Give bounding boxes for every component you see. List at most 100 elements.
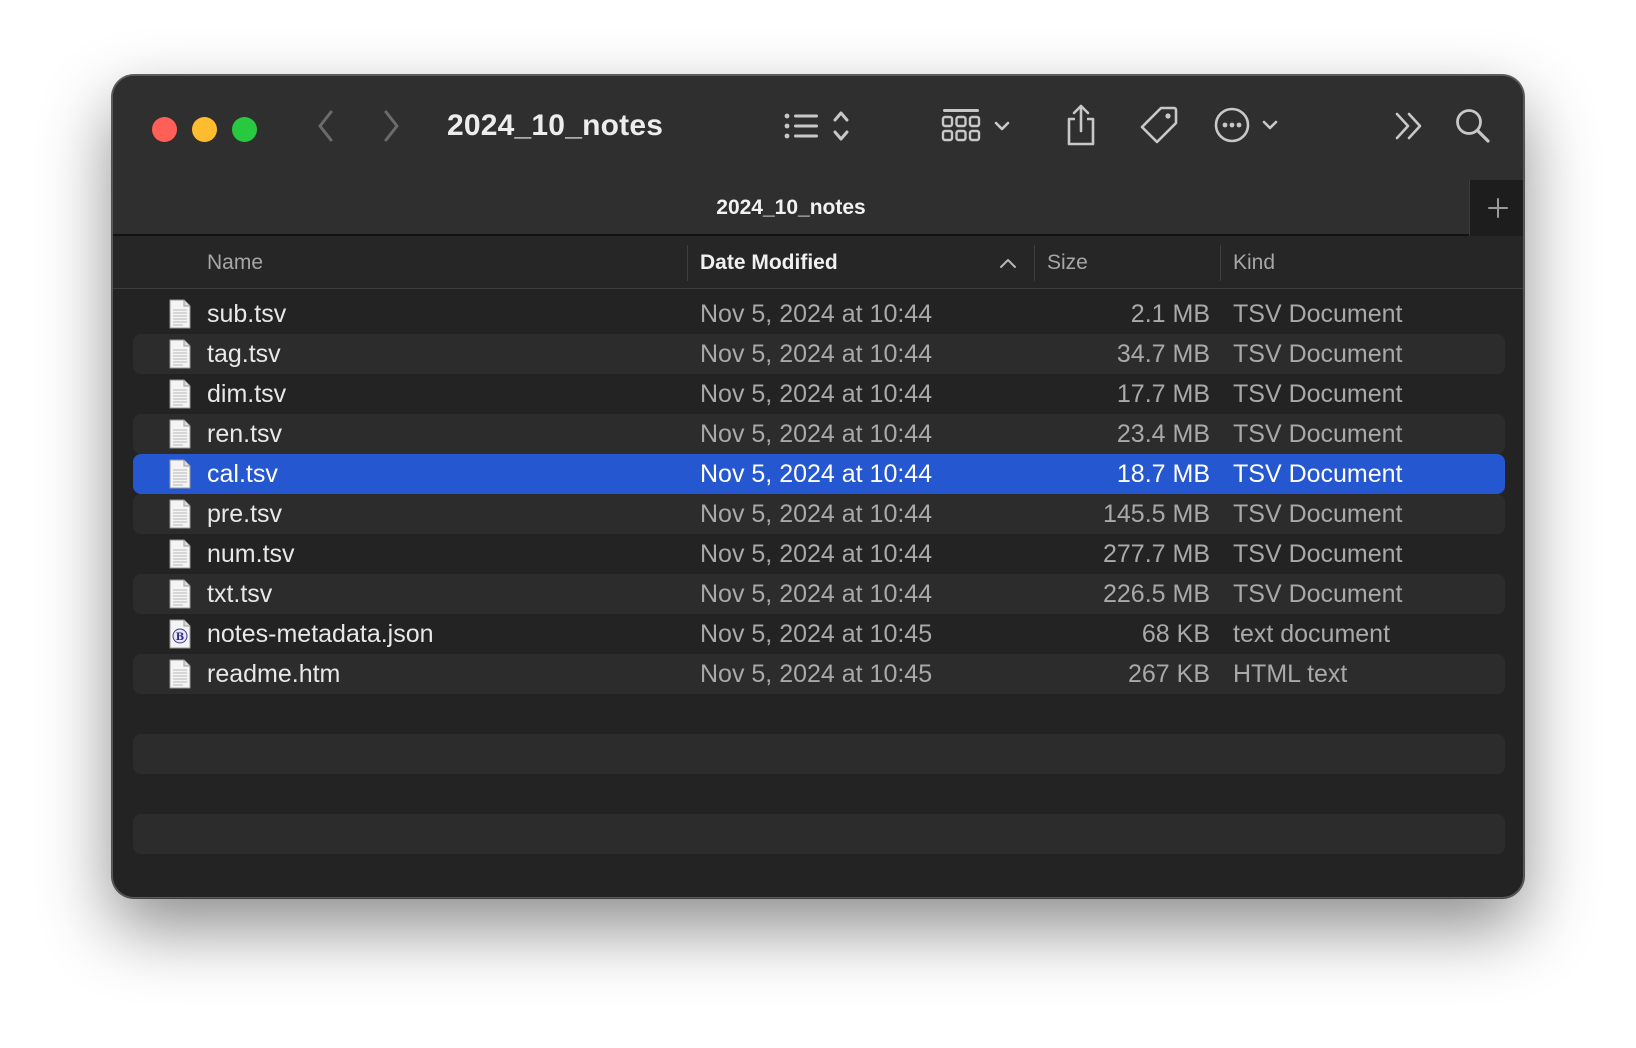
tab-active[interactable]: 2024_10_notes bbox=[113, 180, 1469, 236]
empty-row bbox=[133, 734, 1505, 774]
empty-row bbox=[133, 814, 1505, 854]
file-size: 277.7 MB bbox=[1102, 539, 1210, 568]
file-row[interactable]: pre.tsv Nov 5, 2024 at 10:44 145.5 MB TSV D… bbox=[133, 494, 1505, 534]
document-icon bbox=[167, 574, 193, 614]
file-name: num.tsv bbox=[207, 539, 295, 568]
file-size: 145.5 MB bbox=[1102, 499, 1210, 528]
file-row[interactable]: tag.tsv Nov 5, 2024 at 10:44 34.7 MB TSV Do… bbox=[133, 334, 1505, 374]
file-size: 18.7 MB bbox=[1116, 459, 1210, 488]
sort-ascending-indicator[interactable] bbox=[997, 252, 1019, 274]
new-tab-button[interactable] bbox=[1469, 180, 1523, 236]
file-kind: TSV Document bbox=[1233, 419, 1403, 448]
toolbar: 2024_10_notes bbox=[113, 76, 1523, 180]
file-date-modified: Nov 5, 2024 at 10:44 bbox=[700, 379, 933, 408]
file-list: sub.tsv Nov 5, 2024 at 10:44 2.1 MB TSV Doc… bbox=[133, 294, 1505, 854]
finder-window: 2024_10_notes 2024_10_notes Name Date Mo… bbox=[112, 75, 1524, 898]
chevron-left-icon bbox=[318, 110, 333, 142]
file-date-modified: Nov 5, 2024 at 10:44 bbox=[700, 459, 933, 488]
grid-group-icon bbox=[941, 109, 1010, 142]
column-date-modified[interactable]: Date Modified bbox=[700, 236, 838, 289]
window-title: 2024_10_notes bbox=[447, 109, 664, 142]
file-name: readme.htm bbox=[207, 659, 341, 688]
file-name: dim.tsv bbox=[207, 379, 287, 408]
group-button[interactable] bbox=[941, 106, 1013, 146]
column-size[interactable]: Size bbox=[1047, 236, 1088, 289]
file-name: notes-metadata.json bbox=[207, 619, 434, 648]
file-name: cal.tsv bbox=[207, 459, 278, 488]
file-row[interactable]: txt.tsv Nov 5, 2024 at 10:44 226.5 MB TSV D… bbox=[133, 574, 1505, 614]
file-kind: TSV Document bbox=[1233, 579, 1403, 608]
chevron-right-icon bbox=[384, 110, 399, 142]
back-button[interactable] bbox=[311, 106, 341, 146]
file-row[interactable]: sub.tsv Nov 5, 2024 at 10:44 2.1 MB TSV Doc… bbox=[133, 294, 1505, 334]
bbedit-document-icon: B bbox=[167, 614, 193, 654]
file-date-modified: Nov 5, 2024 at 10:45 bbox=[700, 619, 933, 648]
file-row[interactable]: readme.htm Nov 5, 2024 at 10:45 267 KB HTML… bbox=[133, 654, 1505, 694]
file-row-selected[interactable]: cal.tsv Nov 5, 2024 at 10:44 18.7 MB TSV Do… bbox=[133, 454, 1505, 494]
document-icon bbox=[167, 654, 193, 694]
document-icon bbox=[167, 374, 193, 414]
file-kind: TSV Document bbox=[1233, 299, 1403, 328]
search-icon bbox=[1456, 109, 1490, 143]
document-icon bbox=[167, 454, 193, 494]
file-kind: TSV Document bbox=[1233, 459, 1403, 488]
view-options-button[interactable] bbox=[783, 106, 867, 146]
column-kind[interactable]: Kind bbox=[1233, 236, 1275, 289]
empty-row bbox=[133, 694, 1505, 734]
action-button[interactable] bbox=[1213, 104, 1283, 146]
empty-row bbox=[133, 774, 1505, 814]
search-button[interactable] bbox=[1453, 106, 1493, 146]
tag-button[interactable] bbox=[1138, 104, 1180, 146]
file-row[interactable]: Bnotes-metadata.json Nov 5, 2024 at 10:45… bbox=[133, 614, 1505, 654]
column-separator[interactable] bbox=[687, 245, 688, 281]
file-size: 267 KB bbox=[1127, 659, 1210, 688]
close-button[interactable] bbox=[152, 117, 177, 142]
list-view-icon bbox=[784, 111, 849, 141]
file-kind: TSV Document bbox=[1233, 339, 1403, 368]
ellipsis-circle-icon bbox=[1214, 107, 1278, 143]
file-name: tag.tsv bbox=[207, 339, 281, 368]
column-separator[interactable] bbox=[1220, 245, 1221, 281]
file-date-modified: Nov 5, 2024 at 10:44 bbox=[700, 339, 933, 368]
file-kind: text document bbox=[1233, 619, 1391, 648]
file-size: 23.4 MB bbox=[1116, 419, 1210, 448]
minimize-button[interactable] bbox=[192, 117, 217, 142]
column-separator[interactable] bbox=[1034, 245, 1035, 281]
file-row[interactable]: num.tsv Nov 5, 2024 at 10:44 277.7 MB TSV D… bbox=[133, 534, 1505, 574]
file-size: 34.7 MB bbox=[1116, 339, 1210, 368]
forward-button[interactable] bbox=[376, 106, 406, 146]
file-name: pre.tsv bbox=[207, 499, 283, 528]
file-date-modified: Nov 5, 2024 at 10:45 bbox=[700, 659, 933, 688]
share-icon bbox=[1067, 104, 1095, 146]
zoom-button[interactable] bbox=[232, 117, 257, 142]
plus-icon bbox=[1487, 198, 1508, 218]
svg-text:B: B bbox=[176, 632, 184, 643]
file-row[interactable]: dim.tsv Nov 5, 2024 at 10:44 17.7 MB TSV Do… bbox=[133, 374, 1505, 414]
document-icon bbox=[167, 534, 193, 574]
file-size: 226.5 MB bbox=[1102, 579, 1210, 608]
file-name: txt.tsv bbox=[207, 579, 273, 608]
file-kind: TSV Document bbox=[1233, 499, 1403, 528]
file-row[interactable]: ren.tsv Nov 5, 2024 at 10:44 23.4 MB TSV Do… bbox=[133, 414, 1505, 454]
file-size: 17.7 MB bbox=[1116, 379, 1210, 408]
file-date-modified: Nov 5, 2024 at 10:44 bbox=[700, 579, 933, 608]
file-kind: TSV Document bbox=[1233, 379, 1403, 408]
file-name: sub.tsv bbox=[207, 299, 287, 328]
file-date-modified: Nov 5, 2024 at 10:44 bbox=[700, 419, 933, 448]
column-header: Name Date Modified Size Kind bbox=[113, 236, 1523, 289]
file-date-modified: Nov 5, 2024 at 10:44 bbox=[700, 539, 933, 568]
file-name: ren.tsv bbox=[207, 419, 283, 448]
share-button[interactable] bbox=[1063, 102, 1099, 148]
document-icon bbox=[167, 414, 193, 454]
document-icon bbox=[167, 294, 193, 334]
column-name[interactable]: Name bbox=[207, 236, 263, 289]
file-date-modified: Nov 5, 2024 at 10:44 bbox=[700, 499, 933, 528]
document-icon bbox=[167, 494, 193, 534]
more-toolbar-button[interactable] bbox=[1391, 108, 1427, 144]
file-size: 2.1 MB bbox=[1130, 299, 1210, 328]
file-kind: TSV Document bbox=[1233, 539, 1403, 568]
tag-icon bbox=[1140, 106, 1178, 144]
chevron-up-icon bbox=[1000, 259, 1016, 268]
document-icon bbox=[167, 334, 193, 374]
file-date-modified: Nov 5, 2024 at 10:44 bbox=[700, 299, 933, 328]
